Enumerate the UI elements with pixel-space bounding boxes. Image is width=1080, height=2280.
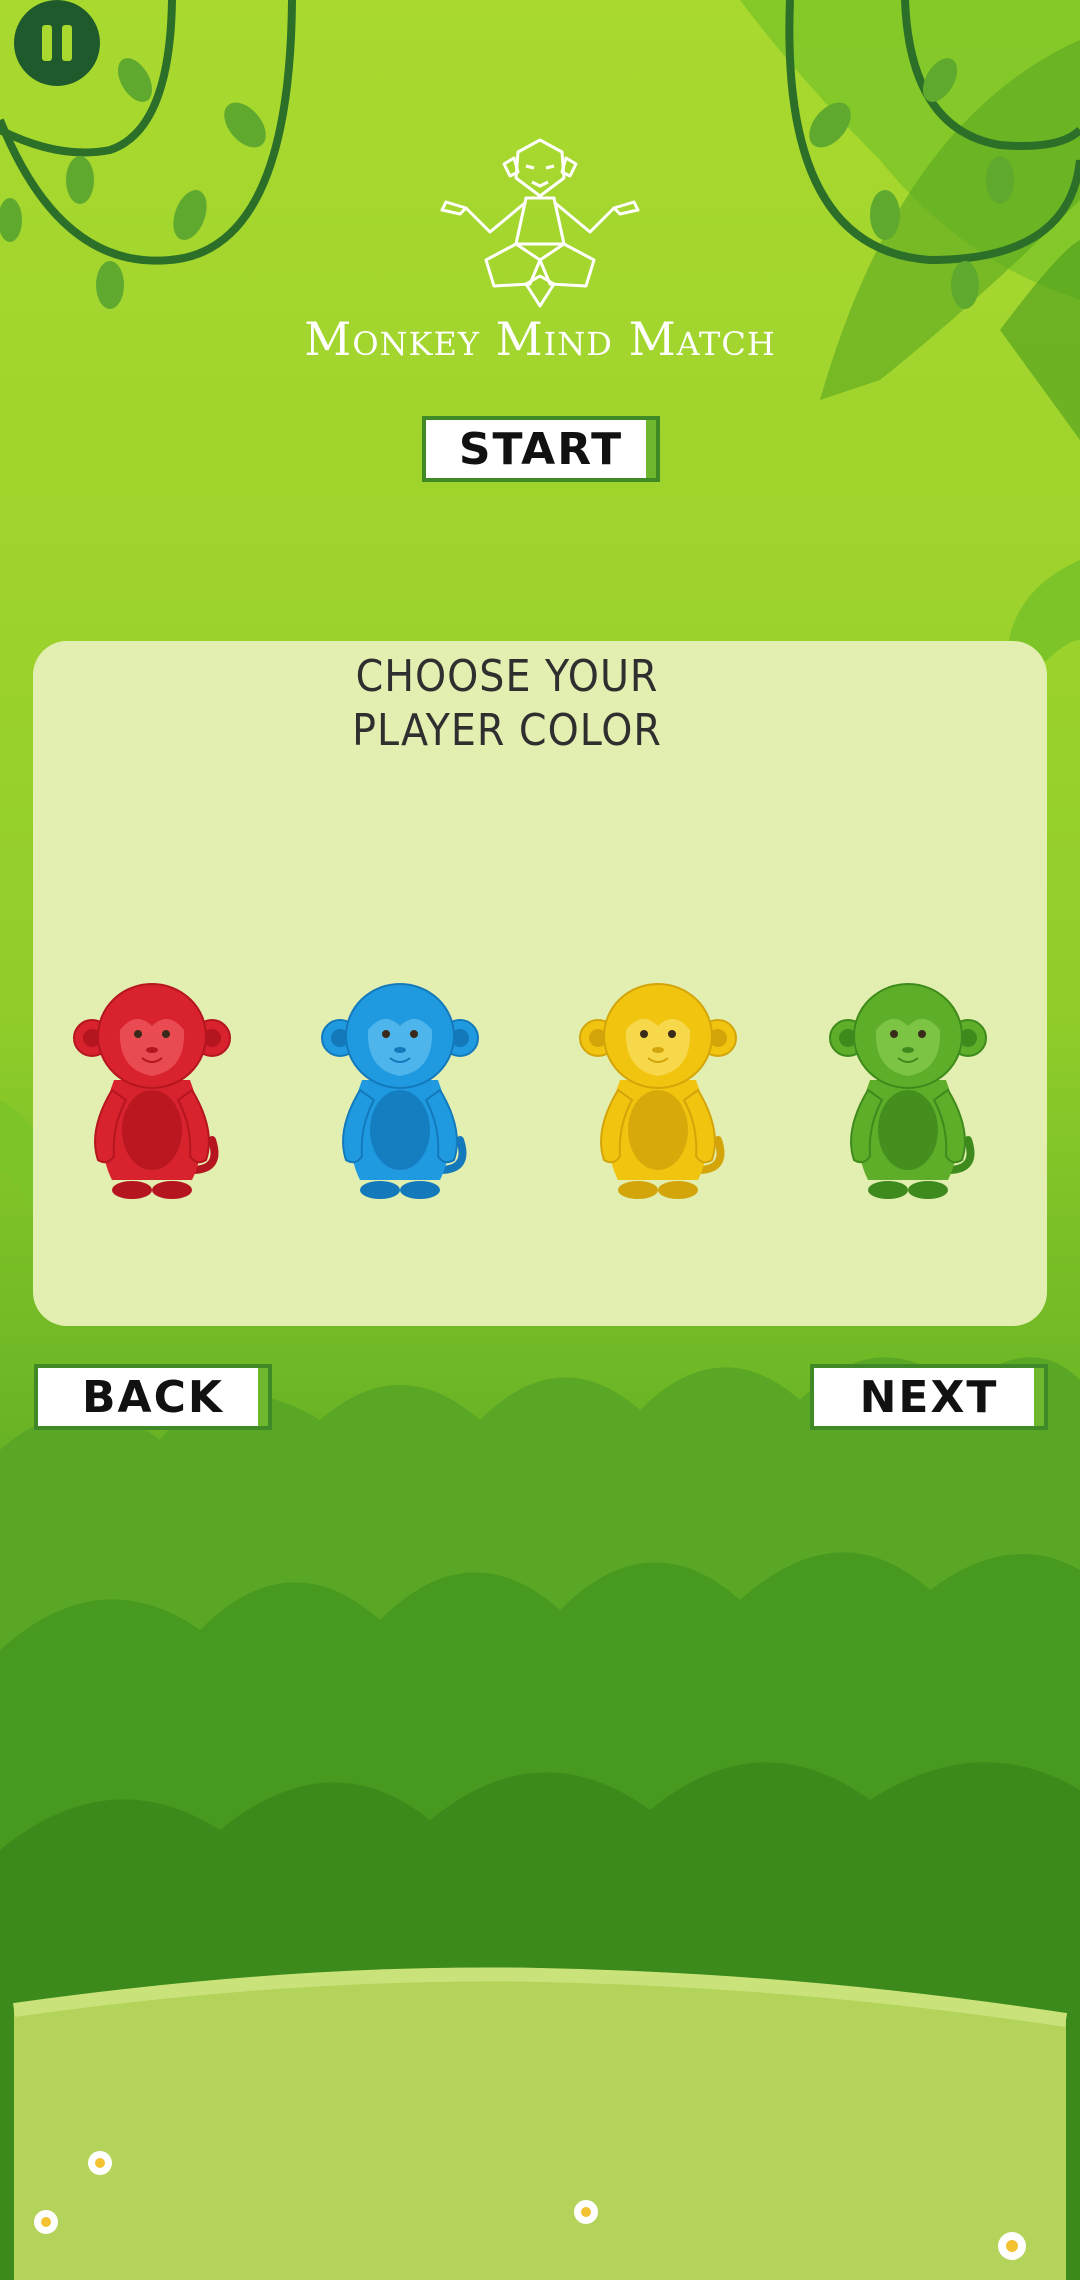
next-button[interactable]: NEXT (810, 1364, 1048, 1430)
panel-title: CHOOSE YOUR PLAYER COLOR (0, 650, 1014, 758)
monkey-green-icon (829, 983, 987, 1199)
pause-icon (42, 25, 52, 61)
panel-title-line-2: PLAYER COLOR (352, 705, 662, 756)
monkey-blue[interactable] (320, 980, 480, 1210)
monkey-red-icon (73, 983, 231, 1199)
monkey-yellow-icon (579, 983, 737, 1199)
monkey-green[interactable] (828, 980, 988, 1210)
start-button[interactable]: START (422, 416, 660, 482)
panel-title-line-1: CHOOSE YOUR (355, 651, 659, 702)
monkey-yellow[interactable] (578, 980, 738, 1210)
game-title: Monkey Mind Match (304, 312, 776, 366)
meditating-monkey-logo (440, 138, 640, 308)
back-button[interactable]: BACK (34, 1364, 272, 1430)
monkey-red[interactable] (72, 980, 232, 1210)
monkey-blue-icon (321, 983, 479, 1199)
pause-button[interactable] (14, 0, 100, 86)
